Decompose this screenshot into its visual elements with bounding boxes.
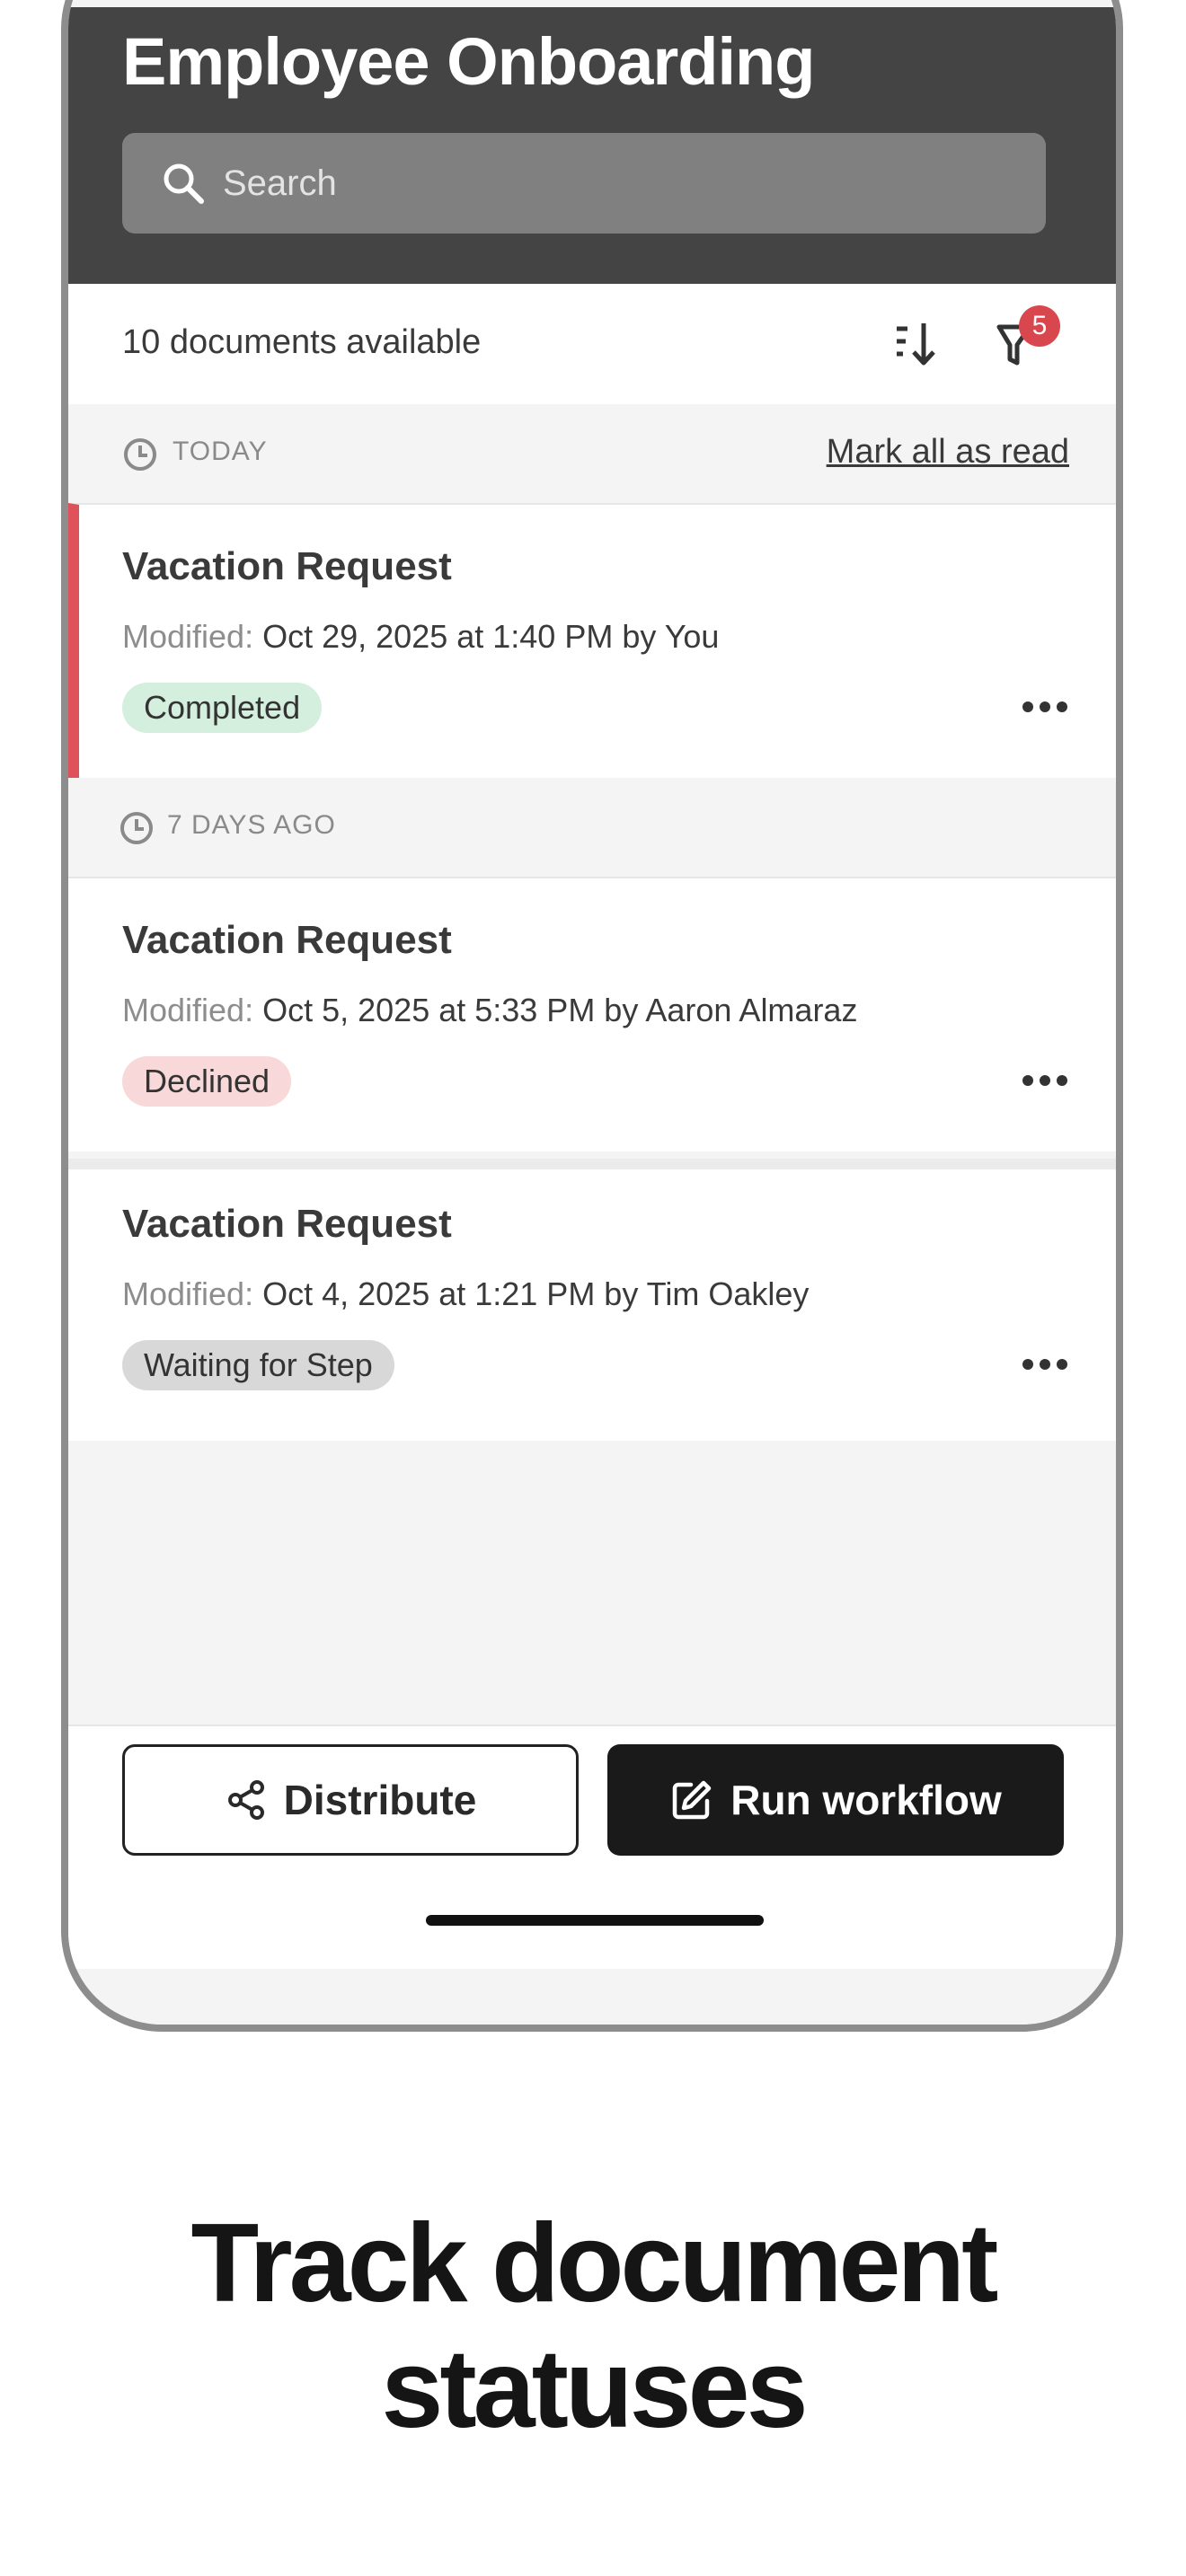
clock-icon (124, 438, 156, 471)
document-meta: Modified: Oct 5, 2025 at 5:33 PM by Aaro… (122, 992, 857, 1029)
status-badge: Waiting for Step (122, 1340, 394, 1390)
document-meta: Modified: Oct 4, 2025 at 1:21 PM by Tim … (122, 1275, 809, 1313)
clock-icon (120, 812, 153, 844)
document-card[interactable]: Vacation Request Modified: Oct 5, 2025 a… (68, 877, 1116, 1151)
marketing-tagline: Track document statuses (0, 2201, 1186, 2452)
run-workflow-label: Run workflow (730, 1777, 1002, 1823)
app-header: Employee Onboarding Search (68, 7, 1116, 284)
status-badge: Declined (122, 1056, 292, 1107)
edit-icon (672, 1780, 712, 1820)
section-label: TODAY (173, 437, 268, 466)
sort-icon[interactable] (891, 318, 942, 368)
modified-label: Modified: (122, 618, 254, 655)
app-screen: Employee Onboarding Search 10 documents … (68, 7, 1116, 2025)
tagline-line-2: statuses (381, 2327, 808, 2451)
modified-label: Modified: (122, 1275, 254, 1312)
more-options-icon[interactable] (1022, 697, 1067, 715)
modified-value: Oct 4, 2025 at 1:21 PM by Tim Oakley (262, 1275, 810, 1312)
mark-all-read-link[interactable]: Mark all as read (827, 433, 1069, 472)
search-input[interactable]: Search (122, 133, 1046, 234)
home-indicator (426, 1915, 764, 1926)
document-meta: Modified: Oct 29, 2025 at 1:40 PM by You (122, 618, 719, 656)
section-label: 7 DAYS AGO (167, 810, 336, 840)
tagline-line-1: Track document (190, 2201, 999, 2325)
section-header-today: TODAY Mark all as read (68, 404, 1116, 503)
filter-count-badge: 5 (1019, 305, 1060, 347)
section-header-7-days-ago: 7 DAYS AGO (68, 778, 1116, 877)
results-toolbar: 10 documents available 5 (68, 284, 1116, 404)
more-options-icon[interactable] (1022, 1354, 1067, 1372)
distribute-button[interactable]: Distribute (122, 1744, 579, 1856)
phone-frame: Employee Onboarding Search 10 documents … (61, 0, 1123, 2032)
modified-value: Oct 29, 2025 at 1:40 PM by You (262, 618, 720, 655)
document-title: Vacation Request (122, 544, 452, 588)
page-title: Employee Onboarding (122, 24, 815, 99)
more-options-icon[interactable] (1022, 1071, 1067, 1089)
share-icon (227, 1780, 264, 1820)
status-badge: Completed (122, 683, 323, 733)
document-title: Vacation Request (122, 1202, 452, 1246)
document-count: 10 documents available (122, 323, 482, 361)
modified-value: Oct 5, 2025 at 5:33 PM by Aaron Almaraz (262, 992, 858, 1028)
document-card[interactable]: Vacation Request Modified: Oct 4, 2025 a… (68, 1159, 1116, 1441)
distribute-label: Distribute (283, 1777, 477, 1823)
bottom-action-bar: Distribute Run workflow (68, 1725, 1116, 1969)
document-card[interactable]: Vacation Request Modified: Oct 29, 2025 … (68, 503, 1116, 778)
search-icon (164, 163, 204, 204)
search-placeholder: Search (223, 163, 337, 203)
document-title: Vacation Request (122, 918, 452, 962)
modified-label: Modified: (122, 992, 254, 1028)
run-workflow-button[interactable]: Run workflow (607, 1744, 1064, 1856)
